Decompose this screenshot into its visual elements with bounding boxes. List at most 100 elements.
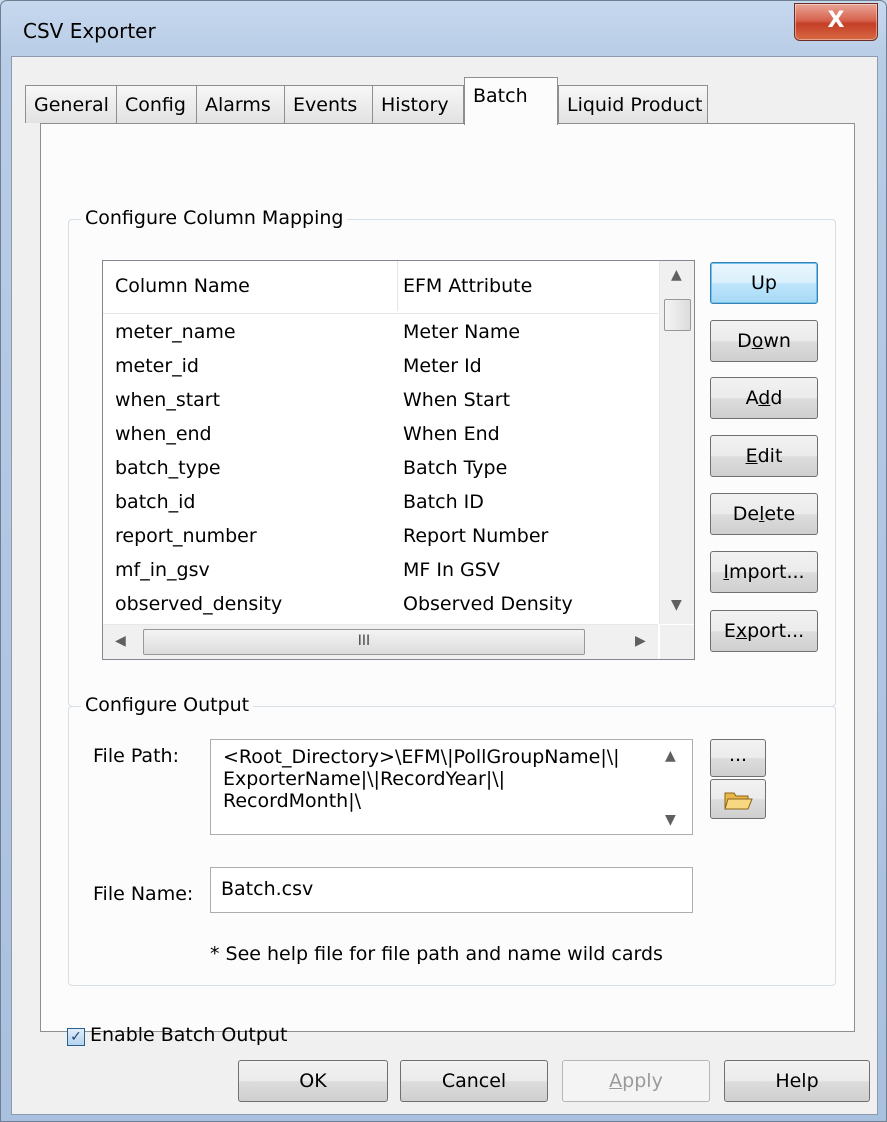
column-name-cell: batch_type	[115, 457, 221, 479]
list-item[interactable]: observed_density Observed Density	[103, 589, 658, 623]
column-mapping-legend: Configure Column Mapping	[81, 207, 348, 229]
add-label-mnemonic: d	[758, 387, 771, 409]
batch-tab-panel: Configure Column Mapping Column Name EFM…	[40, 123, 855, 1046]
edit-label-mnemonic: E	[745, 445, 758, 467]
apply-label-post: pply	[622, 1070, 663, 1092]
column-name-header[interactable]: Column Name	[115, 275, 250, 297]
cancel-button[interactable]: Cancel	[400, 1060, 548, 1102]
column-name-cell: report_number	[115, 525, 257, 547]
open-folder-button[interactable]	[710, 779, 766, 819]
horizontal-scrollbar[interactable]: ◀ III ▶	[103, 624, 658, 659]
scroll-up-arrow-icon[interactable]: ▲	[665, 748, 676, 764]
add-label-post: d	[770, 387, 783, 409]
delete-label-pre: De	[732, 503, 760, 525]
down-label-pre: D	[737, 330, 752, 352]
efm-attribute-cell: Report Number	[403, 525, 549, 547]
tab-config[interactable]: Config	[116, 85, 197, 123]
wildcard-help-note: * See help file for file path and name w…	[210, 943, 663, 965]
list-item[interactable]: when_end When End	[103, 419, 658, 453]
scroll-corner	[660, 625, 694, 659]
tab-batch[interactable]: Batch	[464, 77, 558, 125]
scroll-down-arrow-icon[interactable]: ▼	[665, 812, 676, 828]
tab-general[interactable]: General	[25, 85, 117, 123]
export-button[interactable]: Export...	[710, 610, 818, 652]
file-name-value: Batch.csv	[221, 878, 314, 900]
file-path-text: <Root_Directory>\EFM\|PollGroupName|\| E…	[223, 746, 620, 812]
tab-events[interactable]: Events	[284, 85, 373, 123]
efm-attribute-cell: Meter Id	[403, 355, 482, 377]
delete-button[interactable]: Delete	[710, 493, 818, 535]
folder-open-icon	[724, 792, 753, 810]
file-path-line: ExporterName|\|RecordYear|\|	[223, 768, 506, 790]
enable-batch-output-checkbox[interactable]: ✓	[67, 1028, 85, 1046]
scroll-down-arrow-icon[interactable]: ▼	[671, 597, 682, 613]
add-button[interactable]: Add	[710, 377, 818, 419]
output-legend: Configure Output	[81, 694, 254, 716]
file-path-line: <Root_Directory>\EFM\|PollGroupName|\|	[223, 746, 620, 768]
list-item[interactable]: meter_id Meter Id	[103, 351, 658, 385]
column-name-cell: observed_density	[115, 593, 283, 615]
add-label-pre: A	[745, 387, 759, 409]
list-item[interactable]: report_number Report Number	[103, 521, 658, 555]
column-name-cell: meter_name	[115, 321, 236, 343]
help-button[interactable]: Help	[724, 1060, 870, 1102]
efm-attribute-cell: Batch Type	[403, 457, 508, 479]
file-name-field[interactable]: Batch.csv	[210, 867, 693, 913]
enable-batch-output-label[interactable]: Enable Batch Output	[90, 1024, 287, 1046]
tab-history[interactable]: History	[372, 85, 464, 123]
up-button[interactable]: Up	[710, 262, 818, 304]
efm-attribute-cell: When End	[403, 423, 500, 445]
vertical-scrollbar[interactable]: ▲ ▼	[659, 261, 694, 624]
close-button[interactable]: X	[794, 3, 878, 41]
column-name-cell: when_end	[115, 423, 212, 445]
delete-label-post: ete	[764, 503, 796, 525]
file-path-field[interactable]: <Root_Directory>\EFM\|PollGroupName|\| E…	[210, 739, 693, 835]
down-button[interactable]: Down	[710, 320, 818, 362]
browse-button[interactable]: ...	[710, 739, 766, 777]
edit-button[interactable]: Edit	[710, 435, 818, 477]
export-label-pre: E	[723, 620, 736, 642]
down-label-mnemonic: o	[751, 330, 764, 352]
column-name-cell: mf_in_gsv	[115, 559, 210, 581]
efm-attribute-cell: MF In GSV	[403, 559, 500, 581]
scroll-left-arrow-icon[interactable]: ◀	[115, 633, 126, 649]
import-button[interactable]: Import...	[710, 551, 818, 593]
list-item[interactable]: batch_type Batch Type	[103, 453, 658, 487]
efm-attribute-header[interactable]: EFM Attribute	[403, 275, 532, 297]
import-label-post: mport...	[729, 561, 805, 583]
output-group: Configure Output File Path: <Root_Direct…	[68, 694, 836, 986]
ok-button[interactable]: OK	[238, 1060, 388, 1102]
csv-exporter-dialog: CSV Exporter X General Config Alarms Eve…	[0, 0, 887, 1122]
vertical-scroll-thumb[interactable]	[664, 299, 691, 331]
dialog-client-area: General Config Alarms Events History Bat…	[11, 56, 878, 1115]
column-name-cell: meter_id	[115, 355, 199, 377]
efm-attribute-cell: Observed Density	[403, 593, 573, 615]
efm-attribute-cell: When Start	[403, 389, 511, 411]
list-item[interactable]: mf_in_gsv MF In GSV	[103, 555, 658, 589]
export-label-post: port...	[747, 620, 805, 642]
window-title: CSV Exporter	[23, 19, 156, 43]
list-item[interactable]: when_start When Start	[103, 385, 658, 419]
efm-attribute-cell: Meter Name	[403, 321, 521, 343]
scroll-up-arrow-icon[interactable]: ▲	[671, 267, 682, 283]
file-path-label: File Path:	[93, 745, 179, 767]
file-path-line: RecordMonth|\	[223, 790, 362, 812]
column-name-cell: when_start	[115, 389, 221, 411]
efm-attribute-cell: Batch ID	[403, 491, 484, 513]
list-item[interactable]: meter_name Meter Name	[103, 317, 658, 351]
apply-label-mnemonic: A	[609, 1070, 623, 1092]
list-header: Column Name EFM Attribute	[103, 261, 658, 314]
apply-button[interactable]: Apply	[562, 1060, 710, 1102]
tab-alarms[interactable]: Alarms	[196, 85, 285, 123]
column-mapping-group: Configure Column Mapping Column Name EFM…	[68, 207, 836, 707]
scroll-right-arrow-icon[interactable]: ▶	[635, 633, 646, 649]
file-name-label: File Name:	[93, 883, 194, 905]
export-label-mnemonic: x	[735, 620, 748, 642]
column-mapping-list[interactable]: Column Name EFM Attribute meter_name Mete…	[102, 260, 695, 660]
edit-label-post: dit	[757, 445, 783, 467]
down-label-post: wn	[763, 330, 791, 352]
list-item[interactable]: batch_id Batch ID	[103, 487, 658, 521]
column-name-cell: batch_id	[115, 491, 196, 513]
horizontal-scroll-thumb[interactable]: III	[143, 629, 585, 655]
tab-liquid-product[interactable]: Liquid Product	[558, 85, 708, 123]
